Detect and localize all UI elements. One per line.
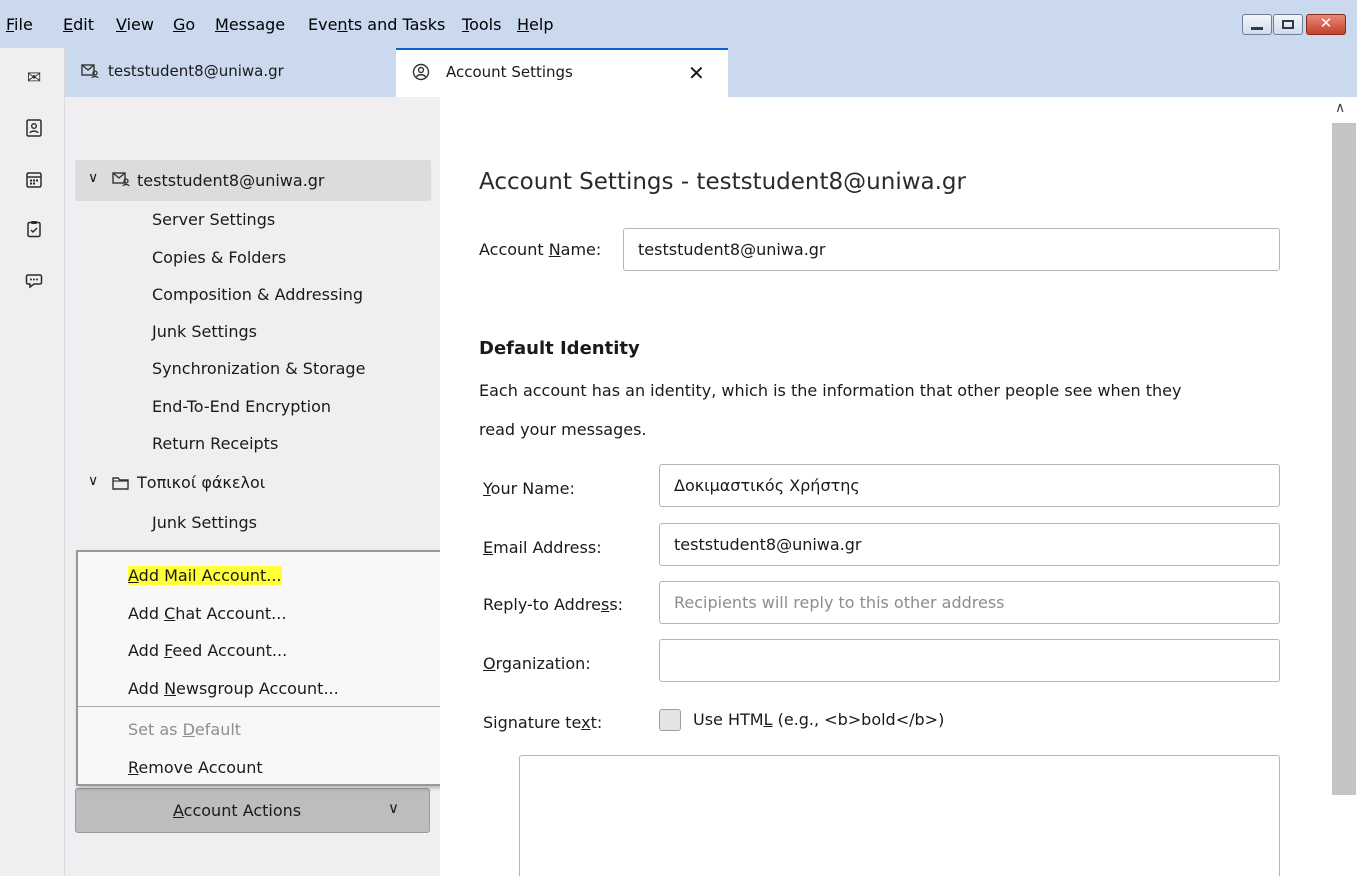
signature-text-label: Signature text: bbox=[483, 713, 603, 732]
menu-edit[interactable]: Edit bbox=[63, 15, 94, 34]
organization-label: Organization: bbox=[483, 654, 591, 673]
scroll-up-icon[interactable]: ∧ bbox=[1335, 100, 1345, 116]
mail-account-icon bbox=[81, 63, 99, 83]
page-title: Account Settings - teststudent8@uniwa.gr bbox=[479, 169, 966, 195]
tab-mail-account[interactable]: teststudent8@uniwa.gr bbox=[65, 48, 395, 97]
menu-item-set-as-default: Set as Default bbox=[128, 720, 242, 739]
close-icon: ✕ bbox=[1319, 14, 1333, 32]
menubar: File Edit View Go Message Events and Tas… bbox=[0, 0, 1357, 48]
tab-label: teststudent8@uniwa.gr bbox=[108, 62, 284, 80]
tree-item-e2e-encryption[interactable]: End-To-End Encryption bbox=[152, 397, 331, 416]
scrollbar-thumb[interactable] bbox=[1332, 123, 1356, 795]
account-settings-content: Account Settings - teststudent8@uniwa.gr… bbox=[440, 97, 1329, 876]
menu-item-add-newsgroup-account[interactable]: Add Newsgroup Account... bbox=[128, 679, 339, 698]
chevron-down-icon[interactable]: ∨ bbox=[88, 473, 98, 489]
email-address-label: Email Address: bbox=[483, 538, 602, 557]
calendar-icon[interactable] bbox=[24, 171, 44, 191]
tree-item-account[interactable]: ∨ teststudent8@uniwa.gr bbox=[75, 160, 431, 201]
use-html-checkbox[interactable] bbox=[659, 709, 681, 731]
account-name-input[interactable] bbox=[623, 228, 1280, 271]
your-name-label: Your Name: bbox=[483, 479, 575, 498]
mail-account-icon bbox=[112, 171, 130, 191]
minimize-icon bbox=[1251, 27, 1263, 30]
spaces-toolbar: ✉ bbox=[0, 48, 65, 876]
tree-item-local-folders[interactable]: Τοπικοί φάκελοι bbox=[137, 473, 265, 492]
menu-events-and-tasks[interactable]: Events and Tasks bbox=[308, 15, 445, 34]
use-html-label[interactable]: Use HTML (e.g., <b>bold</b>) bbox=[693, 710, 944, 729]
signature-textarea[interactable] bbox=[519, 755, 1280, 876]
menu-item-add-feed-account[interactable]: Add Feed Account... bbox=[128, 641, 287, 660]
menu-file[interactable]: File bbox=[6, 15, 33, 34]
menu-item-remove-account[interactable]: Remove Account bbox=[128, 758, 263, 777]
your-name-input[interactable] bbox=[659, 464, 1280, 507]
menu-separator bbox=[78, 706, 464, 707]
minimize-button[interactable] bbox=[1242, 14, 1272, 35]
window-close-button[interactable]: ✕ bbox=[1306, 14, 1346, 35]
default-identity-heading: Default Identity bbox=[479, 338, 640, 359]
tree-item-synchronization[interactable]: Synchronization & Storage bbox=[152, 359, 365, 378]
menu-view[interactable]: View bbox=[116, 15, 154, 34]
tree-item-composition[interactable]: Composition & Addressing bbox=[152, 285, 363, 304]
menu-item-add-mail-account[interactable]: Add Mail Account... bbox=[128, 566, 282, 585]
address-book-icon[interactable] bbox=[24, 119, 44, 139]
reply-to-label: Reply-to Address: bbox=[483, 595, 624, 614]
tree-item-return-receipts[interactable]: Return Receipts bbox=[152, 434, 278, 453]
menu-go[interactable]: Go bbox=[173, 15, 195, 34]
chevron-down-icon: ∨ bbox=[388, 799, 399, 817]
maximize-icon bbox=[1282, 20, 1294, 29]
organization-input[interactable] bbox=[659, 639, 1280, 682]
maximize-button[interactable] bbox=[1273, 14, 1303, 35]
account-settings-icon bbox=[412, 63, 430, 85]
mail-icon[interactable]: ✉ bbox=[24, 68, 44, 88]
tree-item-local-junk-settings[interactable]: Junk Settings bbox=[152, 513, 257, 532]
chat-icon[interactable] bbox=[24, 272, 44, 292]
account-name-label: Account Name: bbox=[479, 240, 602, 259]
identity-description-line1: Each account has an identity, which is t… bbox=[479, 381, 1182, 400]
menu-tools[interactable]: Tools bbox=[462, 15, 501, 34]
tree-account-label: teststudent8@uniwa.gr bbox=[137, 171, 325, 190]
tab-label: Account Settings bbox=[446, 63, 573, 81]
chevron-down-icon[interactable]: ∨ bbox=[88, 170, 98, 186]
reply-to-input[interactable] bbox=[659, 581, 1280, 624]
account-actions-label: Account Actions bbox=[173, 801, 302, 820]
menu-item-add-chat-account[interactable]: Add Chat Account... bbox=[128, 604, 286, 623]
tasks-icon[interactable] bbox=[24, 220, 44, 240]
tree-item-server-settings[interactable]: Server Settings bbox=[152, 210, 275, 229]
tab-close-icon[interactable]: ✕ bbox=[688, 61, 705, 85]
menu-help[interactable]: Help bbox=[517, 15, 553, 34]
scrollbar[interactable]: ∧ bbox=[1329, 97, 1357, 876]
identity-description-line2: read your messages. bbox=[479, 420, 647, 439]
account-actions-button[interactable]: Account Actions ∨ bbox=[75, 788, 430, 833]
account-actions-menu: Add Mail Account... Add Chat Account... … bbox=[76, 550, 466, 786]
folder-icon bbox=[112, 475, 129, 494]
tab-account-settings[interactable]: Account Settings ✕ bbox=[396, 48, 728, 97]
tab-strip: teststudent8@uniwa.gr Account Settings ✕ bbox=[65, 48, 1357, 97]
tree-item-copies-folders[interactable]: Copies & Folders bbox=[152, 248, 286, 267]
email-address-input[interactable] bbox=[659, 523, 1280, 566]
menu-message[interactable]: Message bbox=[215, 15, 285, 34]
tree-item-junk-settings[interactable]: Junk Settings bbox=[152, 322, 257, 341]
